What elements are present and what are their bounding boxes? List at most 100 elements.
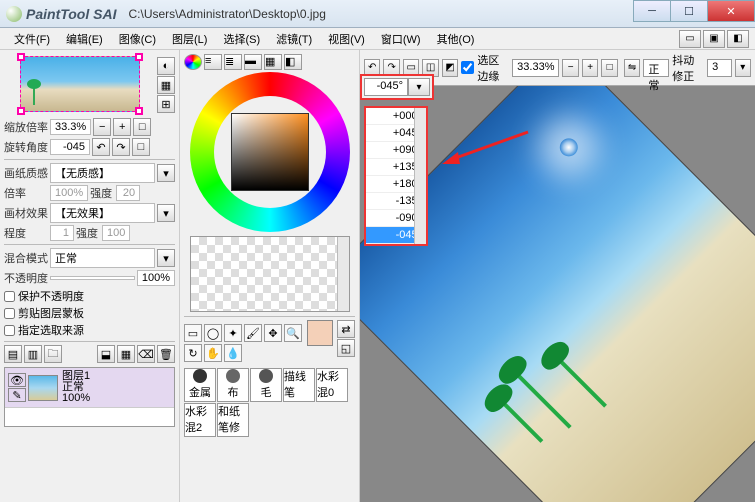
menu-layer[interactable]: 图层(L): [164, 29, 215, 49]
brush-cloth[interactable]: 布: [217, 368, 249, 402]
reset-colors[interactable]: ◱: [337, 339, 355, 357]
zoom-display[interactable]: 33.33%: [512, 59, 559, 77]
merge-down-button[interactable]: ⬓: [97, 345, 115, 363]
swap-colors[interactable]: ⇄: [337, 320, 355, 338]
move-tool[interactable]: ✥: [264, 324, 282, 342]
gray-bar-icon[interactable]: ▬: [244, 54, 262, 70]
nav-btn-2[interactable]: ▦: [157, 76, 175, 94]
palm-tree: [498, 398, 543, 443]
opacity-value[interactable]: 100%: [137, 270, 175, 286]
menubar-btn-2[interactable]: ▣: [703, 30, 725, 48]
blend-display[interactable]: 正常: [643, 59, 669, 77]
menubar-btn-1[interactable]: ▭: [679, 30, 701, 48]
brush-wc2[interactable]: 水彩混2: [184, 403, 216, 437]
angle-dd-button[interactable]: ▾: [408, 78, 430, 96]
angle-current[interactable]: -045°: [364, 78, 408, 96]
clear-layer-button[interactable]: ⌫: [137, 345, 155, 363]
eyedrop-tool[interactable]: 💧: [224, 344, 242, 362]
menu-file[interactable]: 文件(F): [6, 29, 58, 49]
close-button[interactable]: ✕: [707, 0, 755, 22]
rotate-tool[interactable]: ↻: [184, 344, 202, 362]
brush-wc0[interactable]: 水彩混0: [316, 368, 348, 402]
rotate-reset[interactable]: □: [132, 138, 150, 156]
new-folder-button[interactable]: 🗀: [44, 345, 62, 363]
zoom-reset[interactable]: □: [133, 118, 151, 136]
rotate-ccw[interactable]: ↶: [92, 138, 110, 156]
menu-select[interactable]: 选择(S): [215, 29, 268, 49]
swatches-icon[interactable]: ▦: [264, 54, 282, 70]
delete-layer-button[interactable]: 🗑: [157, 345, 175, 363]
cv-sel-show[interactable]: ◩: [442, 59, 458, 77]
navigator-thumb[interactable]: [20, 56, 140, 112]
new-linework-button[interactable]: ▥: [24, 345, 42, 363]
scratchpad[interactable]: [190, 236, 350, 312]
menu-other[interactable]: 其他(O): [429, 29, 483, 49]
menubar-btn-3[interactable]: ◧: [727, 30, 749, 48]
stabilizer-dd[interactable]: ▾: [735, 59, 751, 77]
lasso-tool[interactable]: ◯: [204, 324, 222, 342]
mateff-dd[interactable]: ▾: [157, 204, 175, 222]
texture-dd[interactable]: ▾: [157, 164, 175, 182]
layer-row[interactable]: 👁 ✎ 图层1 正常 100%: [5, 368, 174, 408]
texture-label: 画纸质感: [4, 165, 48, 181]
flip-h[interactable]: ⇋: [624, 59, 640, 77]
menu-window[interactable]: 窗口(W): [373, 29, 429, 49]
angle-dropdown: +000° +045° +090° +135° +180° -135° -090…: [364, 106, 428, 246]
brush-tool[interactable]: 🖌: [244, 324, 262, 342]
scratchpad-scroll[interactable]: [337, 237, 349, 311]
scratchpad-icon[interactable]: ◧: [284, 54, 302, 70]
brush-line[interactable]: 描线笔: [283, 368, 315, 402]
menu-edit[interactable]: 编辑(E): [58, 29, 111, 49]
stabilizer-value[interactable]: 3: [707, 59, 731, 77]
zoom-tool[interactable]: 🔍: [284, 324, 302, 342]
menu-image[interactable]: 图像(C): [111, 29, 164, 49]
deg2-label: 强度: [76, 225, 100, 241]
opacity-slider[interactable]: [50, 276, 135, 280]
wand-tool[interactable]: ✦: [224, 324, 242, 342]
degree-value: 1: [50, 225, 74, 241]
nav-btn-1[interactable]: ◐: [157, 57, 175, 75]
mateff-select[interactable]: 【无效果】: [50, 203, 155, 223]
blend-select[interactable]: 正常: [50, 248, 155, 268]
layer-edit-icon[interactable]: ✎: [8, 388, 26, 402]
menu-view[interactable]: 视图(V): [320, 29, 373, 49]
flatten-button[interactable]: ▦: [117, 345, 135, 363]
sv-square[interactable]: [231, 113, 309, 191]
color-wheel-icon[interactable]: [184, 54, 202, 70]
zoom-fit-cv[interactable]: □: [601, 59, 617, 77]
layer-visible-icon[interactable]: 👁: [8, 373, 26, 387]
fg-color-swatch[interactable]: [307, 320, 333, 346]
rotate-value[interactable]: -045: [50, 139, 90, 155]
blend-label: 混合模式: [4, 250, 48, 266]
selborder-check[interactable]: [461, 61, 474, 74]
color-wheel[interactable]: [190, 72, 350, 232]
rotate-cw[interactable]: ↷: [112, 138, 130, 156]
new-layer-button[interactable]: ▤: [4, 345, 22, 363]
intensity-value: 20: [116, 185, 140, 201]
rgb-bars-icon[interactable]: ≡: [204, 54, 222, 70]
texture-select[interactable]: 【无质感】: [50, 163, 155, 183]
app-name: PaintTool SAI: [26, 6, 116, 22]
zoom-out-cv[interactable]: −: [562, 59, 578, 77]
nav-btn-3[interactable]: ⊞: [157, 95, 175, 113]
blend-dd[interactable]: ▾: [157, 249, 175, 267]
protect-opacity-check[interactable]: 保护不透明度: [4, 288, 175, 304]
hsv-bars-icon[interactable]: ≣: [224, 54, 242, 70]
brush-fur[interactable]: 毛: [250, 368, 282, 402]
hand-tool[interactable]: ✋: [204, 344, 222, 362]
clipping-mask-check[interactable]: 剪贴图层蒙板: [4, 305, 175, 321]
zoom-out[interactable]: −: [93, 118, 111, 136]
angle-dd-scroll[interactable]: [414, 108, 426, 244]
deg2-value: 100: [102, 225, 130, 241]
select-source-check[interactable]: 指定选取来源: [4, 322, 175, 338]
menu-filter[interactable]: 滤镜(T): [268, 29, 320, 49]
zoom-in[interactable]: +: [113, 118, 131, 136]
rotate-label: 旋转角度: [4, 139, 48, 155]
zoom-in-cv[interactable]: +: [582, 59, 598, 77]
zoom-value[interactable]: 33.3%: [50, 119, 91, 135]
maximize-button[interactable]: ☐: [670, 0, 708, 22]
marquee-tool[interactable]: ▭: [184, 324, 202, 342]
minimize-button[interactable]: ─: [633, 0, 671, 22]
brush-metal[interactable]: 金属: [184, 368, 216, 402]
brush-paper[interactable]: 和纸笔修: [217, 403, 249, 437]
